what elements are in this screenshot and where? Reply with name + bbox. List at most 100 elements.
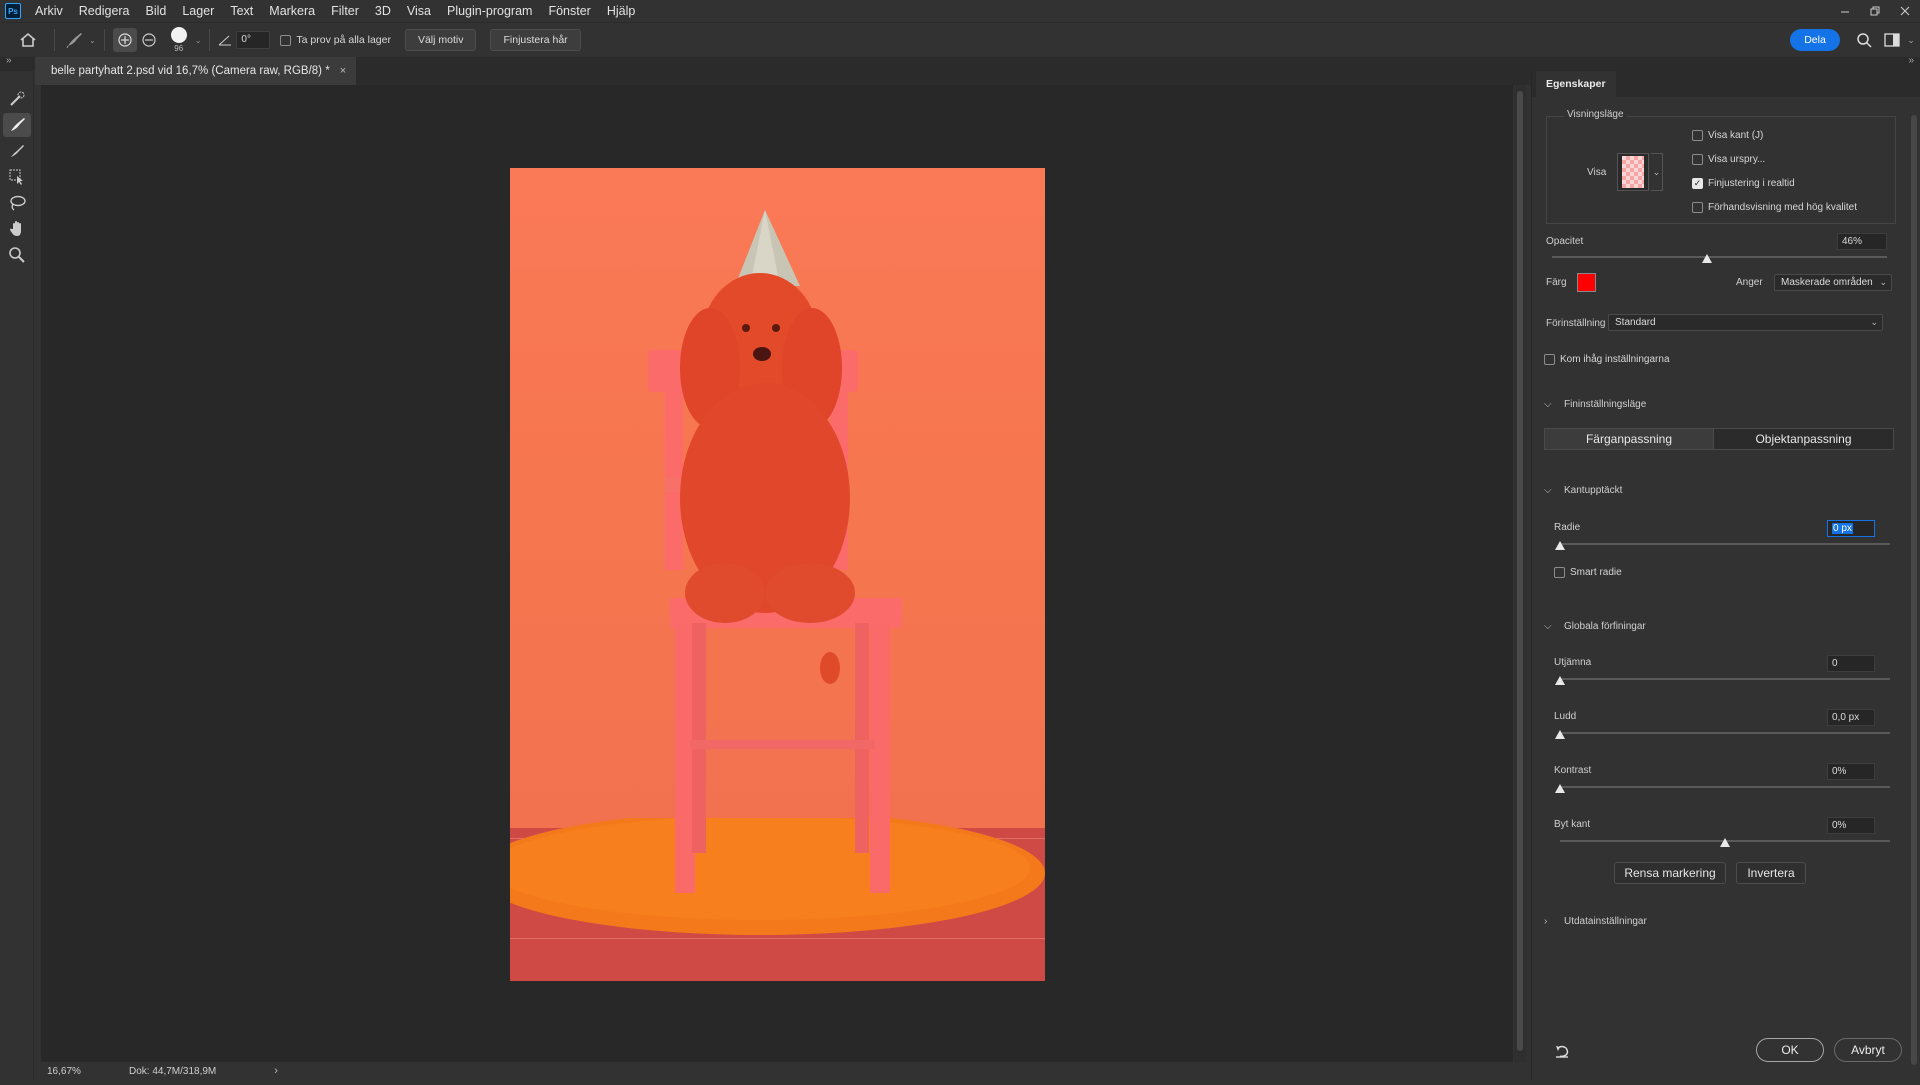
smart-radius-label: Smart radie xyxy=(1570,567,1622,578)
reset-icon[interactable] xyxy=(1552,1041,1572,1061)
smooth-input[interactable]: 0 xyxy=(1827,655,1875,672)
output-settings-section-header[interactable]: › Utdatainställningar xyxy=(1544,916,1647,927)
angle-input[interactable]: 0° xyxy=(236,31,271,49)
smart-radius-checkbox[interactable]: Smart radie xyxy=(1554,567,1622,578)
opacity-slider-track[interactable] xyxy=(1552,256,1887,258)
smooth-slider-thumb[interactable] xyxy=(1555,676,1565,685)
scrollbar-thumb[interactable] xyxy=(1911,115,1917,1065)
expand-toolbar-icon[interactable]: » xyxy=(6,55,12,66)
menu-item-3d[interactable]: 3D xyxy=(367,0,399,22)
checkbox[interactable] xyxy=(280,34,292,46)
zoom-tool-icon[interactable] xyxy=(3,243,31,267)
chevron-down-icon[interactable]: ⌄ xyxy=(89,36,96,45)
chevron-down-icon[interactable]: ⌄ xyxy=(1904,30,1918,50)
restore-icon[interactable] xyxy=(1860,0,1890,22)
realtime-refine-checkbox[interactable]: ✓ Finjustering i realtid xyxy=(1692,178,1795,189)
feather-label: Ludd xyxy=(1554,711,1577,722)
canvas-vertical-scrollbar[interactable] xyxy=(1514,85,1526,1063)
cancel-button[interactable]: Avbryt xyxy=(1834,1038,1902,1062)
menu-item-filter[interactable]: Filter xyxy=(323,0,367,22)
collapse-panels-icon[interactable]: » xyxy=(1908,55,1914,66)
feather-slider-track[interactable] xyxy=(1560,732,1890,734)
chevron-down-icon[interactable]: ⌄ xyxy=(1651,153,1663,191)
zoom-level[interactable]: 16,67% xyxy=(35,1066,95,1077)
workspace-icon[interactable] xyxy=(1882,30,1902,50)
menu-item-lager[interactable]: Lager xyxy=(174,0,222,22)
smooth-slider-track[interactable] xyxy=(1560,678,1890,680)
shift-edge-input[interactable]: 0% xyxy=(1827,817,1875,834)
show-edge-checkbox[interactable]: Visa kant (J) xyxy=(1692,130,1763,141)
menu-item-arkiv[interactable]: Arkiv xyxy=(27,0,71,22)
checkbox[interactable] xyxy=(1692,154,1703,165)
document-image[interactable] xyxy=(510,168,1045,981)
feather-slider-thumb[interactable] xyxy=(1555,730,1565,739)
refine-hair-button[interactable]: Finjustera hår xyxy=(490,29,581,51)
close-tab-icon[interactable]: × xyxy=(340,65,346,77)
hand-tool-icon[interactable] xyxy=(3,217,31,241)
indicates-dropdown[interactable]: Maskerade områden ⌄ xyxy=(1774,274,1892,291)
add-to-selection-icon[interactable] xyxy=(112,28,137,52)
refine-edge-brush-preset-icon[interactable] xyxy=(63,28,87,52)
menu-item-bild[interactable]: Bild xyxy=(138,0,175,22)
brush-size-picker[interactable]: 96 xyxy=(167,25,191,55)
hq-preview-checkbox[interactable]: Förhandsvisning med hög kvalitet xyxy=(1692,202,1857,213)
clear-selection-button[interactable]: Rensa markering xyxy=(1614,862,1726,884)
object-selection-tool-icon[interactable] xyxy=(3,165,31,189)
search-icon[interactable] xyxy=(1854,30,1874,50)
radius-slider-thumb[interactable] xyxy=(1555,541,1565,550)
scrollbar-thumb[interactable] xyxy=(1517,91,1523,1051)
contrast-slider-thumb[interactable] xyxy=(1555,784,1565,793)
color-aware-option[interactable]: Färganpassning xyxy=(1545,429,1713,449)
status-menu-arrow[interactable]: › xyxy=(274,1065,278,1077)
sample-all-layers-checkbox[interactable]: Ta prov på alla lager xyxy=(280,34,391,46)
contrast-slider-track[interactable] xyxy=(1560,786,1890,788)
radius-slider-track[interactable] xyxy=(1560,543,1890,545)
edge-detection-section-header[interactable]: ⌵ Kantupptäckt xyxy=(1544,485,1622,496)
checkbox[interactable] xyxy=(1692,130,1703,141)
refine-edge-brush-tool-icon[interactable] xyxy=(3,113,31,137)
checkbox[interactable] xyxy=(1554,567,1565,578)
menu-item-fönster[interactable]: Fönster xyxy=(540,0,598,22)
checkbox[interactable] xyxy=(1692,202,1703,213)
ok-button[interactable]: OK xyxy=(1756,1038,1824,1062)
opacity-slider-thumb[interactable] xyxy=(1701,254,1712,263)
remember-settings-checkbox[interactable]: Kom ihåg inställningarna xyxy=(1544,354,1670,365)
invert-button[interactable]: Invertera xyxy=(1736,862,1806,884)
subtract-from-selection-icon[interactable] xyxy=(137,28,161,52)
share-button[interactable]: Dela xyxy=(1790,29,1840,51)
menu-item-hjälp[interactable]: Hjälp xyxy=(599,0,644,22)
close-window-icon[interactable] xyxy=(1890,0,1920,22)
shift-edge-slider-thumb[interactable] xyxy=(1720,838,1730,847)
quick-selection-tool-icon[interactable] xyxy=(3,87,31,111)
document-tab[interactable]: belle partyhatt 2.psd vid 16,7% (Camera … xyxy=(35,57,357,85)
radius-input[interactable]: 0 px xyxy=(1827,520,1875,537)
checkbox[interactable] xyxy=(1544,354,1555,365)
show-original-label: Visa ursprу... xyxy=(1708,154,1766,165)
global-refinements-section-header[interactable]: ⌵ Globala förfiningar xyxy=(1544,621,1646,632)
menu-item-visa[interactable]: Visa xyxy=(399,0,439,22)
overlay-color-swatch[interactable] xyxy=(1577,273,1596,292)
chevron-down-icon: ⌄ xyxy=(1879,277,1887,287)
home-icon[interactable] xyxy=(10,25,46,55)
chevron-down-icon[interactable]: ⌄ xyxy=(195,36,202,45)
minimize-icon[interactable] xyxy=(1830,0,1860,22)
opacity-input[interactable]: 46% xyxy=(1837,233,1887,250)
object-aware-option[interactable]: Objektanpassning xyxy=(1713,429,1893,449)
menu-item-redigera[interactable]: Redigera xyxy=(71,0,138,22)
select-subject-button[interactable]: Välj motiv xyxy=(404,29,477,51)
menu-item-text[interactable]: Text xyxy=(222,0,261,22)
refine-mode-section-header[interactable]: ⌵ Fininställningsläge xyxy=(1544,399,1646,410)
view-mode-thumbnail[interactable] xyxy=(1617,153,1649,191)
preset-dropdown[interactable]: Standard ⌄ xyxy=(1608,314,1883,331)
brush-tool-icon[interactable] xyxy=(3,139,31,163)
feather-input[interactable]: 0,0 px xyxy=(1827,709,1875,726)
view-mode-title: Visningsläge xyxy=(1564,109,1627,120)
contrast-input[interactable]: 0% xyxy=(1827,763,1875,780)
lasso-tool-icon[interactable] xyxy=(3,191,31,215)
menu-item-plugin-program[interactable]: Plugin-program xyxy=(439,0,540,22)
checkbox[interactable]: ✓ xyxy=(1692,178,1703,189)
tab-properties[interactable]: Egenskaper xyxy=(1536,71,1616,97)
panel-scrollbar[interactable] xyxy=(1910,105,1918,1085)
menu-item-markera[interactable]: Markera xyxy=(261,0,323,22)
show-original-checkbox[interactable]: Visa ursprу... xyxy=(1692,154,1765,165)
